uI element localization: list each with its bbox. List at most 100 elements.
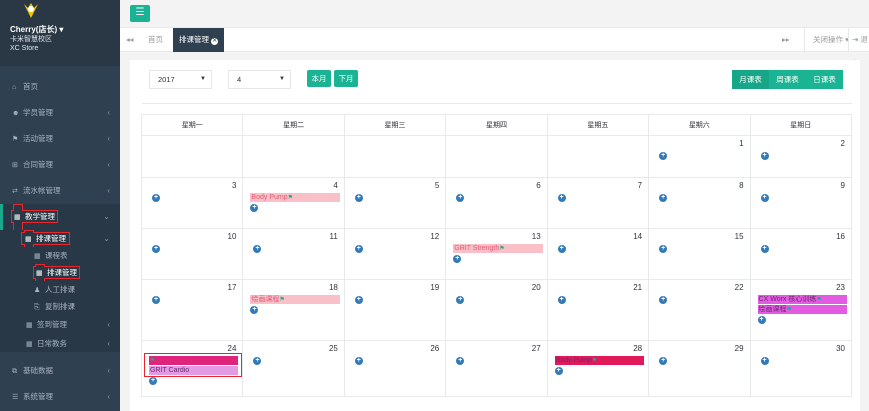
sidebar-item-contracts[interactable]: ⊞ 合同管理 ‹ — [0, 152, 120, 178]
add-schedule-icon[interactable]: + — [456, 194, 465, 202]
add-schedule-icon[interactable]: + — [354, 194, 363, 202]
calendar-day-cell[interactable]: 8 + — [648, 177, 751, 229]
calendar-day-cell[interactable]: 20 + — [445, 279, 548, 341]
calendar-day-cell[interactable]: 24⚑GRIT Cardio⚑+ — [140, 340, 244, 397]
calendar-day-cell[interactable]: 6 + — [445, 177, 548, 229]
calendar-day-cell[interactable]: 9 + — [749, 177, 853, 229]
sidebar-item-copy-schedule[interactable]: ⎘ 复制排课 — [0, 298, 120, 315]
calendar-day-cell[interactable]: 18 绘画课程⚑ + — [242, 279, 345, 341]
close-circle-icon[interactable]: ✕ — [211, 38, 219, 45]
add-schedule-icon[interactable]: + — [557, 194, 566, 202]
calendar-day-cell[interactable]: 23 CX Worx 核心训练⚑ 绘画课程⚑ + — [749, 279, 853, 341]
schedule-event[interactable]: GRIT Strength⚑ — [453, 244, 543, 253]
this-month-button[interactable]: 本月 — [307, 70, 331, 87]
add-schedule-icon[interactable]: + — [760, 357, 769, 365]
sidebar-item-checkin[interactable]: ▦ 签到管理 ‹ — [0, 315, 120, 335]
calendar-day-cell[interactable]: 15 + — [648, 228, 751, 280]
add-schedule-icon[interactable]: + — [152, 296, 160, 304]
sidebar-item-schedule-manage[interactable]: ▦ 排课管理 — [0, 264, 120, 281]
calendar-day-cell[interactable]: 29 + — [648, 340, 751, 397]
day-view-button[interactable]: 日课表 — [806, 70, 843, 89]
schedule-event[interactable]: Body Pump⚑ — [554, 356, 645, 365]
tabs-forward-button[interactable]: ▸▸ — [782, 28, 790, 52]
calendar-day-cell[interactable] — [140, 135, 244, 178]
tab-home[interactable]: 首页 — [148, 28, 163, 52]
add-schedule-icon[interactable]: + — [659, 152, 668, 160]
sidebar-item-manual-schedule[interactable]: ♟ 人工排课 — [0, 281, 120, 298]
calendar-day-cell[interactable] — [343, 135, 447, 178]
calendar-day-cell[interactable]: 5 + — [343, 177, 447, 229]
year-select[interactable]: 2017 ▼ — [149, 70, 212, 89]
calendar-day-cell[interactable]: 13 GRIT Strength⚑ + — [445, 228, 548, 280]
calendar-day-cell[interactable]: 25 + — [242, 340, 345, 397]
add-schedule-icon[interactable]: + — [554, 367, 563, 375]
add-schedule-icon[interactable]: + — [659, 357, 668, 365]
calendar-day-cell[interactable]: 2 + — [749, 135, 853, 178]
add-schedule-icon[interactable]: + — [659, 245, 668, 253]
next-month-button[interactable]: 下月 — [334, 70, 358, 87]
tabs-back-button[interactable]: ◂◂ — [126, 28, 134, 52]
add-schedule-icon[interactable]: + — [760, 194, 769, 202]
month-select[interactable]: 4 ▼ — [228, 70, 291, 89]
calendar-day-cell[interactable]: 27 + — [445, 340, 548, 397]
add-schedule-icon[interactable]: + — [453, 255, 462, 263]
add-schedule-icon[interactable]: + — [354, 296, 363, 304]
calendar-day-cell[interactable]: 12 + — [343, 228, 447, 280]
add-schedule-icon[interactable]: + — [354, 357, 363, 365]
add-schedule-icon[interactable]: + — [456, 357, 465, 365]
add-schedule-icon[interactable]: + — [760, 152, 769, 160]
calendar-day-cell[interactable]: 17 + — [140, 279, 244, 341]
add-schedule-icon[interactable]: + — [250, 204, 259, 212]
add-schedule-icon[interactable]: + — [354, 245, 363, 253]
calendar-day-cell[interactable]: 11 + — [242, 228, 345, 280]
schedule-event[interactable]: 绘画课程⚑ — [757, 305, 847, 314]
sidebar-item-students[interactable]: ☻ 学员管理 ‹ — [0, 100, 120, 126]
add-schedule-icon[interactable]: + — [253, 245, 262, 253]
add-schedule-icon[interactable]: + — [149, 377, 157, 385]
calendar-day-cell[interactable]: 21 + — [546, 279, 650, 341]
calendar-day-cell[interactable] — [546, 135, 650, 178]
calendar-day-cell[interactable]: 30 + — [749, 340, 853, 397]
add-schedule-icon[interactable]: + — [152, 245, 160, 253]
calendar-day-cell[interactable]: 22 + — [648, 279, 751, 341]
sidebar-item-basic-data[interactable]: ⧉ 基础数据 ‹ — [0, 358, 120, 384]
sidebar-item-home[interactable]: ⌂ 首页 — [0, 74, 120, 100]
calendar-day-cell[interactable]: 3 + — [140, 177, 244, 229]
calendar-day-cell[interactable]: 26 + — [343, 340, 447, 397]
tab-schedule-manage[interactable]: 排课管理 ✕ — [173, 28, 225, 52]
add-schedule-icon[interactable]: + — [659, 194, 668, 202]
calendar-day-cell[interactable] — [445, 135, 548, 178]
sidebar-item-system[interactable]: ☰ 系统管理 ‹ — [0, 384, 120, 410]
calendar-day-cell[interactable] — [242, 135, 345, 178]
sidebar-item-course-table[interactable]: ▦ 课程表 — [0, 247, 120, 264]
sidebar-item-daily[interactable]: ▦ 日常教务 ‹ — [0, 335, 120, 352]
add-schedule-icon[interactable]: + — [152, 194, 160, 202]
calendar-day-cell[interactable]: 4 Body Pump⚑ + — [242, 177, 345, 229]
sidebar-item-teaching[interactable]: ▦ 教学管理 ⌄ — [0, 204, 120, 230]
calendar-day-cell[interactable]: 19 + — [343, 279, 447, 341]
calendar-day-cell[interactable]: 16 + — [749, 228, 853, 280]
close-ops-dropdown[interactable]: 关闭操作 ▾ — [804, 28, 849, 52]
add-schedule-icon[interactable]: + — [557, 245, 566, 253]
schedule-event[interactable]: 绘画课程⚑ — [250, 295, 340, 304]
schedule-event[interactable]: CX Worx 核心训练⚑ — [757, 295, 847, 304]
add-schedule-icon[interactable]: + — [250, 306, 259, 314]
calendar-day-cell[interactable]: 1 + — [648, 135, 751, 178]
add-schedule-icon[interactable]: + — [253, 357, 262, 365]
calendar-day-cell[interactable]: 14 + — [546, 228, 650, 280]
add-schedule-icon[interactable]: + — [557, 296, 566, 304]
sidebar-item-ledger[interactable]: ⇄ 流水帐管理 ‹ — [0, 178, 120, 204]
sidebar-item-scheduling[interactable]: ▦ 排课管理 ⌄ — [0, 230, 120, 247]
add-schedule-icon[interactable]: + — [659, 296, 668, 304]
calendar-day-cell[interactable]: 10 + — [140, 228, 244, 280]
schedule-event[interactable]: Body Pump⚑ — [250, 193, 340, 202]
exit-button[interactable]: ⇥ 退出 — [848, 28, 869, 68]
sidebar-item-activities[interactable]: ⚑ 活动管理 ‹ — [0, 126, 120, 152]
add-schedule-icon[interactable]: + — [456, 296, 465, 304]
profile-name[interactable]: Cherry(店长) ▾ — [10, 24, 110, 35]
add-schedule-icon[interactable]: + — [757, 316, 766, 324]
menu-toggle-button[interactable]: ☰ — [130, 5, 150, 22]
add-schedule-icon[interactable]: + — [760, 245, 769, 253]
calendar-day-cell[interactable]: 28 Body Pump⚑ + — [546, 340, 650, 397]
month-view-button[interactable]: 月课表 — [732, 70, 769, 89]
